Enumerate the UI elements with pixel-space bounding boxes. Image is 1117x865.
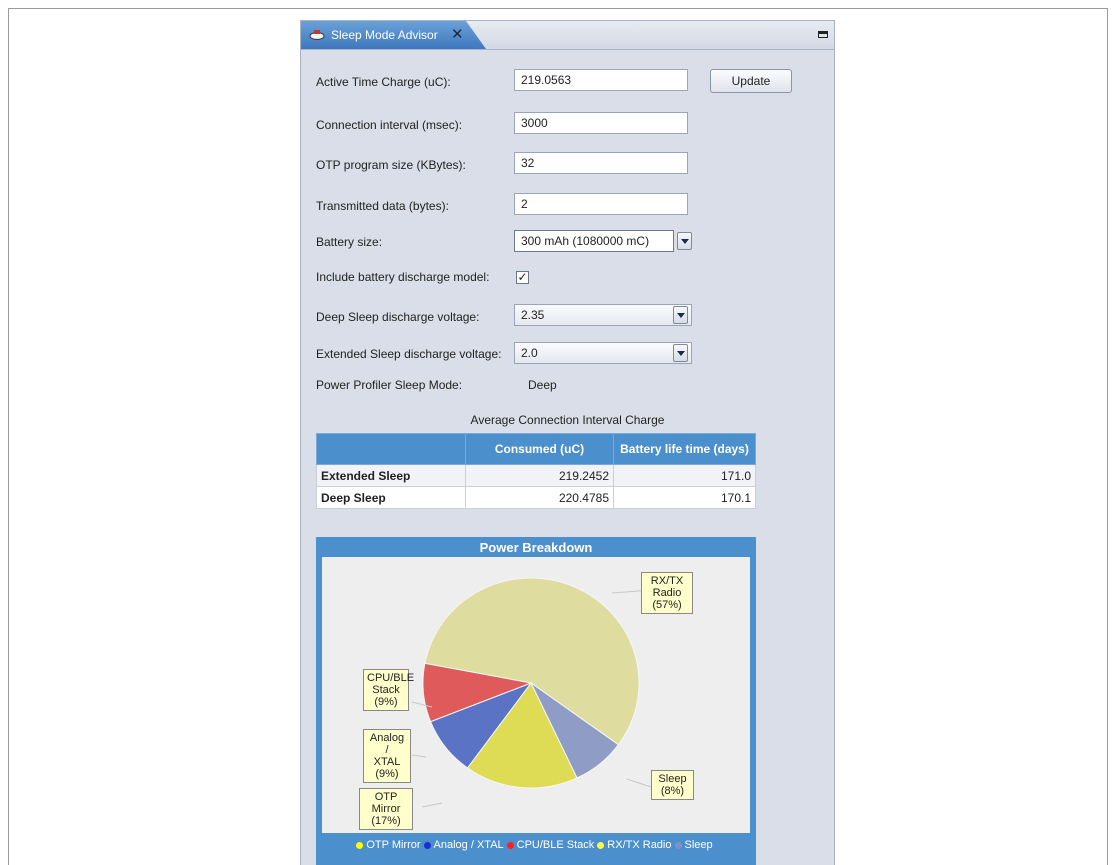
legend-label: Analog / XTAL: [433, 839, 504, 851]
legend-dot-icon: [674, 841, 682, 849]
legend-label: CPU/BLE Stack: [516, 839, 595, 851]
connection-interval-input[interactable]: 3000: [514, 112, 688, 134]
otp-program-size-label: OTP program size (KBytes):: [316, 158, 466, 172]
include-discharge-checkbox[interactable]: ✓: [516, 271, 529, 284]
callout-otp-mirror: OTP Mirror (17%): [359, 788, 413, 830]
row-label: Deep Sleep: [316, 486, 466, 509]
battery-size-select[interactable]: 300 mAh (1080000 mC): [514, 230, 674, 252]
close-icon[interactable]: ✕: [451, 25, 464, 43]
leader-line: [411, 754, 427, 758]
legend-item: OTP Mirror: [356, 839, 421, 851]
extended-sleep-voltage-select[interactable]: 2.0: [514, 342, 692, 364]
table-header-row: Consumed (uC) Battery life time (days): [316, 433, 756, 465]
deep-sleep-voltage-select[interactable]: 2.35: [514, 304, 692, 326]
advisor-icon: [309, 30, 325, 40]
legend-item: Sleep: [674, 839, 713, 851]
tab-sleep-mode-advisor[interactable]: Sleep Mode Advisor ✕: [301, 21, 486, 49]
battery-size-dropdown-icon[interactable]: [677, 232, 692, 250]
callout-rx-tx-radio: RX/TX Radio (57%): [641, 572, 693, 614]
chart-title: Power Breakdown: [479, 540, 593, 555]
power-profiler-mode-value: Deep: [528, 378, 557, 392]
life-cell: 170.1: [613, 486, 756, 509]
legend-dot-icon: [597, 841, 605, 849]
legend-dot-icon: [423, 841, 431, 849]
legend-item: CPU/BLE Stack: [506, 839, 595, 851]
charge-table: Consumed (uC) Battery life time (days) E…: [316, 433, 756, 509]
otp-program-size-input[interactable]: 32: [514, 152, 688, 174]
table-row: Deep Sleep 220.4785 170.1: [316, 486, 756, 509]
callout-sleep: Sleep (8%): [651, 770, 694, 800]
deep-sleep-dropdown-icon[interactable]: [673, 306, 688, 324]
table-header: [316, 433, 466, 465]
table-header: Consumed (uC): [465, 433, 614, 465]
life-cell: 171.0: [613, 464, 756, 487]
legend-label: Sleep: [684, 839, 713, 851]
power-profiler-mode-label: Power Profiler Sleep Mode:: [316, 378, 463, 392]
legend-item: RX/TX Radio: [597, 839, 672, 851]
consumed-cell: 219.2452: [465, 464, 614, 487]
extended-sleep-dropdown-icon[interactable]: [673, 344, 688, 362]
transmitted-data-label: Transmitted data (bytes):: [316, 199, 449, 213]
active-time-charge-label: Active Time Charge (uC):: [316, 75, 451, 89]
leader-line: [421, 802, 443, 808]
include-discharge-label: Include battery discharge model:: [316, 270, 490, 284]
extended-sleep-voltage-label: Extended Sleep discharge voltage:: [316, 347, 502, 361]
update-button[interactable]: Update: [710, 69, 792, 93]
connection-interval-label: Connection interval (msec):: [316, 118, 463, 132]
chart-legend: OTP Mirror Analog / XTAL CPU/BLE Stack RX/T…: [316, 839, 756, 851]
legend-dot-icon: [356, 841, 364, 849]
callout-analog-xtal: Analog / XTAL (9%): [363, 729, 411, 783]
minimize-icon[interactable]: [818, 31, 828, 38]
table-row: Extended Sleep 219.2452 171.0: [316, 464, 756, 487]
table-header: Battery life time (days): [613, 433, 756, 465]
tab-bar: Sleep Mode Advisor ✕: [301, 21, 834, 50]
transmitted-data-input[interactable]: 2: [514, 193, 688, 215]
legend-item: Analog / XTAL: [423, 839, 504, 851]
legend-dot-icon: [506, 841, 514, 849]
tab-title: Sleep Mode Advisor: [331, 28, 438, 42]
consumed-cell: 220.4785: [465, 486, 614, 509]
deep-sleep-voltage-label: Deep Sleep discharge voltage:: [316, 310, 480, 324]
row-label: Extended Sleep: [316, 464, 466, 487]
legend-label: OTP Mirror: [366, 839, 421, 851]
callout-cpu-ble-stack: CPU/BLE Stack (9%): [363, 669, 414, 711]
table-title: Average Connection Interval Charge: [470, 413, 665, 427]
battery-size-label: Battery size:: [316, 235, 383, 249]
active-time-charge-input[interactable]: 219.0563: [514, 69, 688, 91]
legend-label: RX/TX Radio: [607, 839, 672, 851]
